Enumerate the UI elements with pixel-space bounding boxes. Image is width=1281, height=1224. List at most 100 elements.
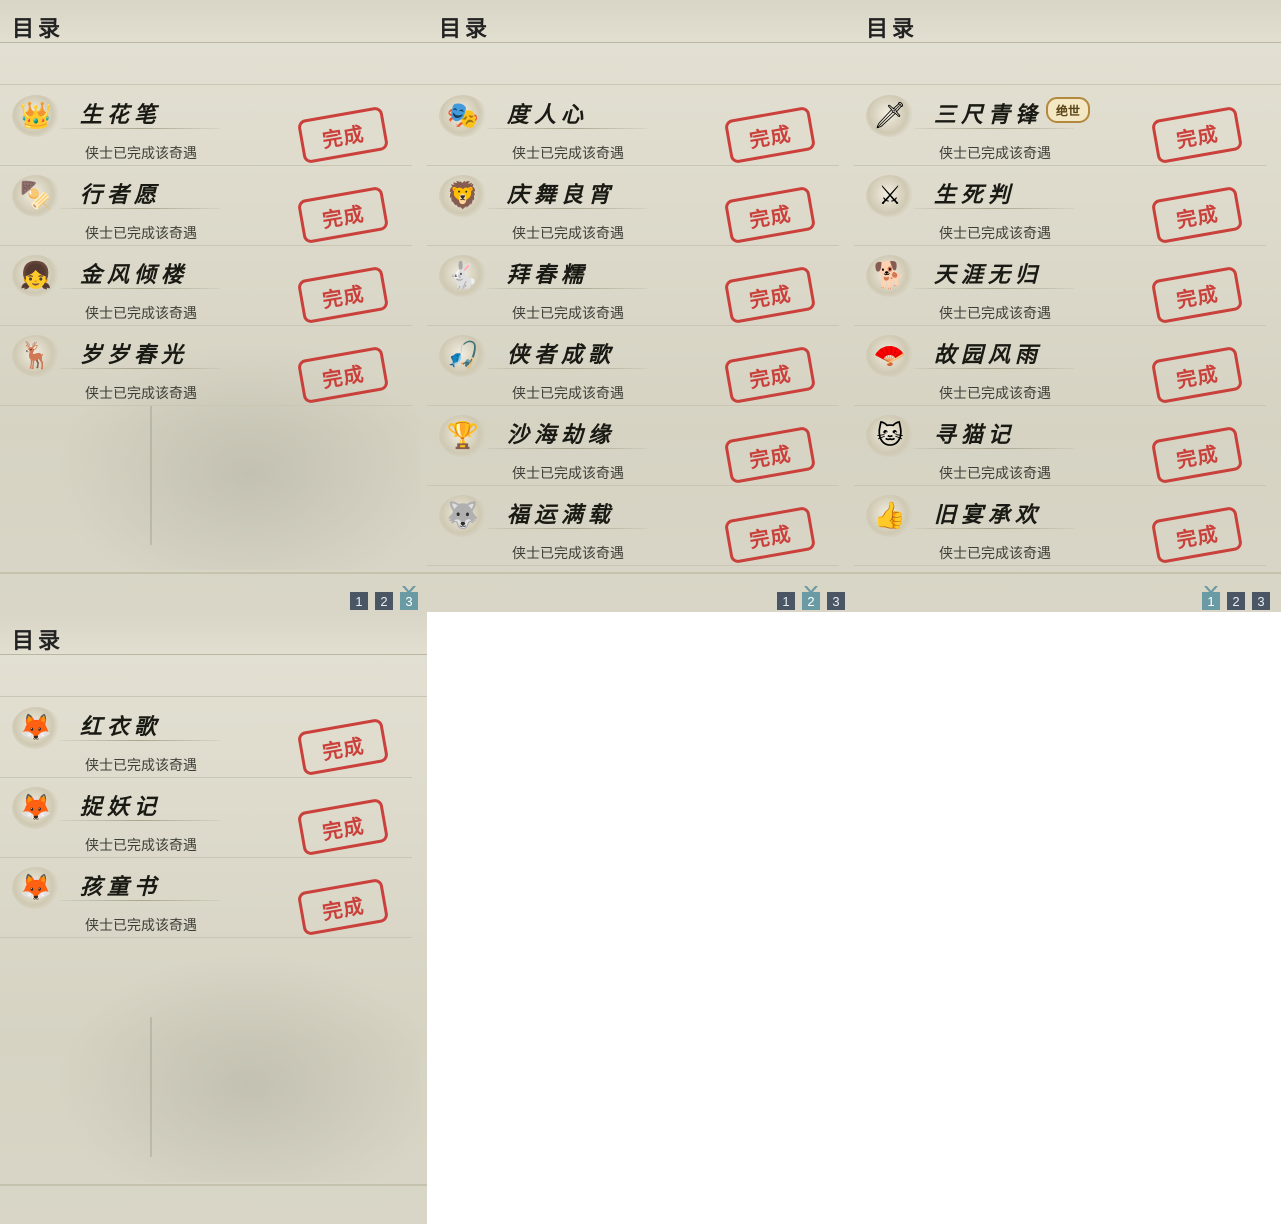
divider [487, 448, 647, 449]
fox-icon: 🦊 [12, 787, 60, 829]
completed-stamp: 完成 [723, 505, 817, 565]
adventure-name: 生死判 [934, 182, 1016, 208]
completed-stamp: 完成 [1150, 425, 1244, 485]
adventure-name: 红衣歌 [80, 714, 162, 740]
divider [60, 208, 220, 209]
adventure-name: 拜春糯 [507, 262, 589, 288]
adventure-row[interactable]: ⚔ 生死判 侠士已完成该奇遇 完成 [854, 165, 1266, 246]
footer-divider [854, 572, 1281, 574]
adventure-status: 侠士已完成该奇遇 [512, 465, 624, 481]
adventure-status: 侠士已完成该奇遇 [939, 545, 1051, 561]
pagination: 1 2 3 [350, 592, 418, 610]
adventure-row[interactable]: 🦌 岁岁春光 侠士已完成该奇遇 完成 [0, 325, 412, 406]
page-button-3[interactable]: 3 [827, 592, 845, 610]
completed-stamp: 完成 [1150, 505, 1244, 565]
page-button-1[interactable]: 1 [350, 592, 368, 610]
adventure-status: 侠士已完成该奇遇 [85, 837, 197, 853]
divider [487, 288, 647, 289]
divider [60, 128, 220, 129]
completed-stamp: 完成 [296, 265, 390, 325]
divider [60, 288, 220, 289]
divider [914, 288, 1074, 289]
page-button-2[interactable]: 2 [375, 592, 393, 610]
boat-mast-decoration [150, 1017, 152, 1157]
thumbs-up-icon: 👍 [866, 495, 914, 537]
adventure-name: 庆舞良宵 [507, 182, 616, 208]
skewer-icon: 🍢 [12, 175, 60, 217]
adventure-row[interactable]: 🐺 福运满载 侠士已完成该奇遇 完成 [427, 485, 839, 566]
completed-stamp: 完成 [296, 797, 390, 857]
adventure-row[interactable]: 👍 旧宴承欢 侠士已完成该奇遇 完成 [854, 485, 1266, 566]
adventure-name: 行者愿 [80, 182, 162, 208]
completed-stamp: 完成 [1150, 105, 1244, 165]
adventure-row[interactable]: 🐕 天涯无归 侠士已完成该奇遇 完成 [854, 245, 1266, 326]
divider [914, 368, 1074, 369]
adventure-name: 捉妖记 [80, 794, 162, 820]
completed-stamp: 完成 [1150, 345, 1244, 405]
rabbit-icon: 🐇 [439, 255, 487, 297]
adventure-row[interactable]: 🦊 红衣歌 侠士已完成该奇遇 完成 [0, 697, 412, 778]
boat-mast-decoration [150, 405, 152, 545]
divider [487, 208, 647, 209]
adventure-row[interactable]: 🦊 孩童书 侠士已完成该奇遇 完成 [0, 857, 412, 938]
fox-icon: 🦊 [12, 707, 60, 749]
completed-stamp: 完成 [1150, 265, 1244, 325]
adventure-row[interactable]: 🎣 侠者成歌 侠士已完成该奇遇 完成 [427, 325, 839, 406]
catalog-panel-2: 目录 🎭 度人心 侠士已完成该奇遇 完成 🦁 庆舞良宵 侠士已完成该奇遇 完成 … [427, 0, 854, 612]
footer-divider [0, 572, 427, 574]
panel-header: 目录 [427, 0, 854, 43]
adventure-row[interactable]: 🦁 庆舞良宵 侠士已完成该奇遇 完成 [427, 165, 839, 246]
completed-stamp: 完成 [296, 717, 390, 777]
catalog-panel-4: 目录 🦊 红衣歌 侠士已完成该奇遇 完成 🦊 捉妖记 侠士已完成该奇遇 完成 🦊… [0, 612, 427, 1224]
adventure-row[interactable]: 🗡 三尺青锋 绝世 侠士已完成该奇遇 完成 [854, 85, 1266, 166]
divider [914, 448, 1074, 449]
footer-divider [427, 572, 854, 574]
page-button-2[interactable]: 2 [1227, 592, 1245, 610]
panel-title: 目录 [12, 16, 65, 42]
divider [60, 820, 220, 821]
page-button-1-active[interactable]: 1 [1202, 592, 1220, 610]
panel-title: 目录 [866, 16, 919, 42]
adventure-name: 寻猫记 [934, 422, 1016, 448]
adventure-status: 侠士已完成该奇遇 [939, 225, 1051, 241]
completed-stamp: 完成 [1150, 185, 1244, 245]
divider [914, 528, 1074, 529]
dog-icon: 🐕 [866, 255, 914, 297]
adventure-status: 侠士已完成该奇遇 [512, 145, 624, 161]
divider [60, 368, 220, 369]
adventure-row[interactable]: 🦊 捉妖记 侠士已完成该奇遇 完成 [0, 777, 412, 858]
fox-icon: 🦊 [12, 867, 60, 909]
page-button-2-active[interactable]: 2 [802, 592, 820, 610]
panel-header: 目录 [854, 0, 1281, 43]
adventure-name: 孩童书 [80, 874, 162, 900]
adventure-row[interactable]: 👧 金风倾楼 侠士已完成该奇遇 完成 [0, 245, 412, 326]
lion-dance-icon: 🦁 [439, 175, 487, 217]
adventure-row[interactable]: 🏆 沙海劫缘 侠士已完成该奇遇 完成 [427, 405, 839, 486]
page-button-3-active[interactable]: 3 [400, 592, 418, 610]
husky-icon: 🐺 [439, 495, 487, 537]
adventure-status: 侠士已完成该奇遇 [85, 305, 197, 321]
adventure-row[interactable]: 🎭 度人心 侠士已完成该奇遇 完成 [427, 85, 839, 166]
adventure-row[interactable]: 🐇 拜春糯 侠士已完成该奇遇 完成 [427, 245, 839, 326]
completed-stamp: 完成 [723, 345, 817, 405]
adventure-row[interactable]: 👑 生花笔 侠士已完成该奇遇 完成 [0, 85, 412, 166]
adventure-row[interactable]: 🐱 寻猫记 侠士已完成该奇遇 完成 [854, 405, 1266, 486]
pagination: 1 2 3 [1202, 592, 1270, 610]
cat-icon: 🐱 [866, 415, 914, 457]
adventure-status: 侠士已完成该奇遇 [85, 145, 197, 161]
page-button-3[interactable]: 3 [1252, 592, 1270, 610]
divider [914, 128, 1074, 129]
adventure-row[interactable]: 🪭 故园风雨 侠士已完成该奇遇 完成 [854, 325, 1266, 406]
divider [60, 740, 220, 741]
adventure-status: 侠士已完成该奇遇 [939, 465, 1051, 481]
goblet-icon: 🏆 [439, 415, 487, 457]
adventure-status: 侠士已完成该奇遇 [939, 385, 1051, 401]
adventure-status: 侠士已完成该奇遇 [512, 545, 624, 561]
page-button-1[interactable]: 1 [777, 592, 795, 610]
adventure-name: 三尺青锋 [934, 102, 1043, 128]
deer-toy-icon: 🦌 [12, 335, 60, 377]
pagination: 1 2 3 [777, 592, 845, 610]
adventure-row[interactable]: 🍢 行者愿 侠士已完成该奇遇 完成 [0, 165, 412, 246]
divider [914, 208, 1074, 209]
girl-icon: 👧 [12, 255, 60, 297]
